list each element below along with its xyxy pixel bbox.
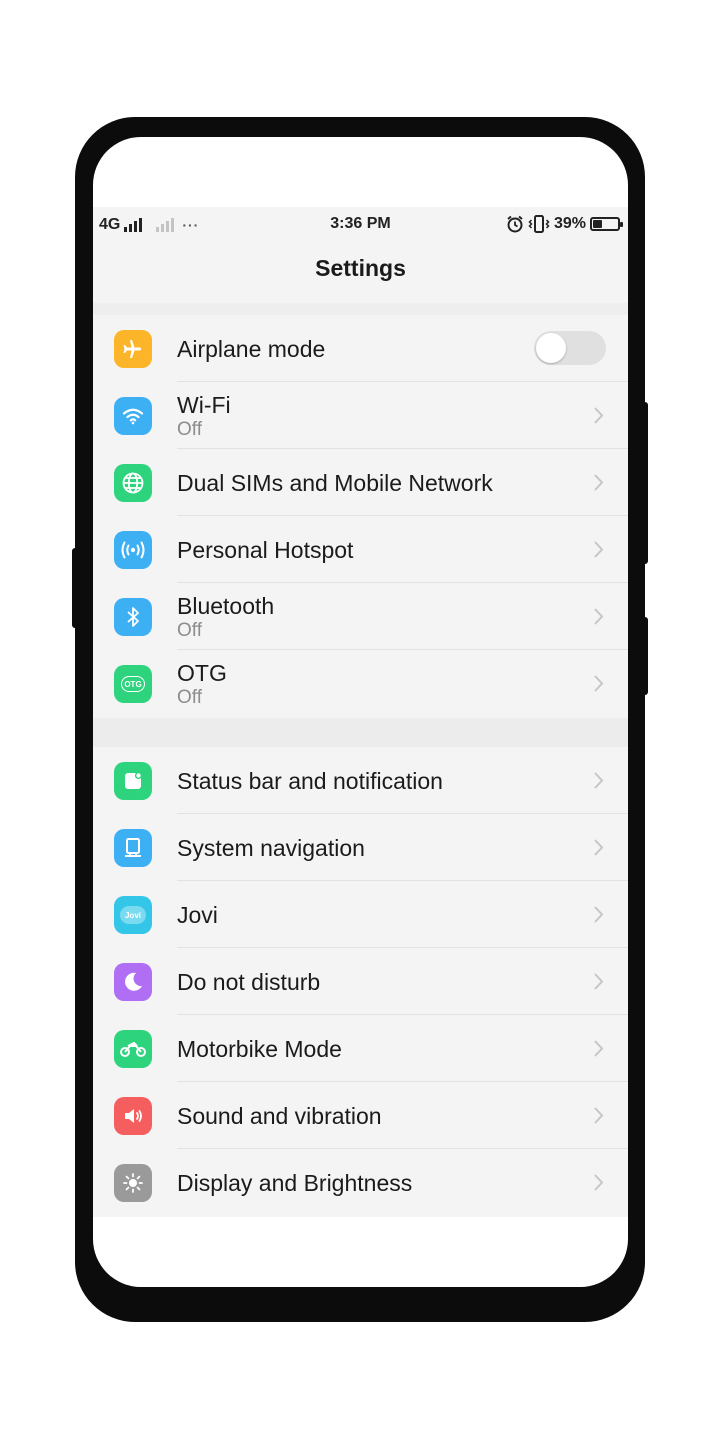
status-bar: 4G ··· 3:36 PM 39% [93,207,628,243]
moon-icon [114,963,152,1001]
row-label: Do not disturb [177,968,321,995]
phone-screen: 4G ··· 3:36 PM 39% Settings Airplane mod… [93,137,628,1287]
volume-button [72,548,78,628]
chevron-right-icon [594,772,604,789]
row-label: Sound and vibration [177,1102,382,1129]
alarm-icon [507,215,523,233]
airplane-icon [114,330,152,368]
hotspot-icon [114,531,152,569]
otg-icon: OTG [114,665,152,703]
do-not-disturb-row[interactable]: Do not disturb [93,948,628,1015]
display-brightness-text: Display and Brightness [177,1149,412,1216]
hotspot-text: Personal Hotspot [177,516,353,583]
bluetooth-icon [114,598,152,636]
motorbike-mode-text: Motorbike Mode [177,1015,342,1082]
jovi-icon-label: Jovi [124,910,141,920]
row-label: Wi-Fi [177,391,231,418]
display-brightness-row[interactable]: Display and Brightness [93,1149,628,1216]
page-title: Settings [315,255,406,281]
motorbike-icon [114,1030,152,1068]
row-label: Dual SIMs and Mobile Network [177,469,493,496]
row-label: Airplane mode [177,335,326,362]
notification-icon [114,762,152,800]
row-label: Motorbike Mode [177,1035,342,1062]
bluetooth-status: Off [177,619,202,641]
chevron-right-icon [594,541,604,558]
chevron-right-icon [594,973,604,990]
side-key [642,617,648,695]
airplane-mode-toggle[interactable] [534,331,606,365]
otg-row[interactable]: OTG OTG Off [93,650,628,717]
chevron-right-icon [594,1040,604,1057]
group-separator [93,718,628,747]
header-divider [93,303,628,315]
power-button [642,402,648,564]
vibrate-icon [528,215,550,233]
chevron-right-icon [594,1174,604,1191]
system-navigation-text: System navigation [177,814,365,881]
jovi-text: Jovi [177,881,218,948]
wifi-status: Off [177,418,202,440]
wifi-icon [114,397,152,435]
otg-status: Off [177,686,202,708]
chevron-right-icon [594,608,604,625]
status-right: 39% [506,215,623,233]
status-bar-notification-row[interactable]: Status bar and notification [93,747,628,814]
row-label: Status bar and notification [177,767,443,794]
chevron-right-icon [594,407,604,424]
jovi-icon: Jovi [114,896,152,934]
airplane-mode-row[interactable]: Airplane mode [93,315,628,382]
sound-vibration-text: Sound and vibration [177,1082,382,1149]
chevron-right-icon [594,839,604,856]
row-label: Bluetooth [177,592,275,619]
status-bar-notification-text: Status bar and notification [177,747,443,814]
hotspot-row[interactable]: Personal Hotspot [93,516,628,583]
system-navigation-row[interactable]: System navigation [93,814,628,881]
dual-sim-text: Dual SIMs and Mobile Network [177,449,493,516]
bluetooth-text: Bluetooth Off [177,583,274,650]
otg-icon-label: OTG [124,679,142,689]
row-label: OTG [177,659,227,686]
brightness-icon [114,1164,152,1202]
connectivity-group: Airplane mode Wi-Fi Off Dual SIMs and Mo… [93,315,628,717]
motorbike-mode-row[interactable]: Motorbike Mode [93,1015,628,1082]
chevron-right-icon [594,474,604,491]
row-label: Jovi [177,901,218,928]
chevron-right-icon [594,675,604,692]
battery-icon [590,217,623,231]
airplane-mode-text: Airplane mode [177,315,325,382]
jovi-row[interactable]: Jovi Jovi [93,881,628,948]
chevron-right-icon [594,906,604,923]
row-label: Display and Brightness [177,1169,413,1196]
otg-text: OTG Off [177,650,227,717]
globe-icon [114,464,152,502]
do-not-disturb-text: Do not disturb [177,948,320,1015]
settings-app: 4G ··· 3:36 PM 39% Settings Airplane mod… [93,207,628,1217]
row-label: System navigation [177,834,365,861]
navigation-icon [114,829,152,867]
speaker-icon [114,1097,152,1135]
sound-vibration-row[interactable]: Sound and vibration [93,1082,628,1149]
wifi-row[interactable]: Wi-Fi Off [93,382,628,449]
bluetooth-row[interactable]: Bluetooth Off [93,583,628,650]
wifi-text: Wi-Fi Off [177,382,231,449]
battery-percent: 39% [553,215,586,232]
dual-sim-row[interactable]: Dual SIMs and Mobile Network [93,449,628,516]
row-label: Personal Hotspot [177,536,354,563]
system-group: Status bar and notification System navig… [93,747,628,1216]
chevron-right-icon [594,1107,604,1124]
